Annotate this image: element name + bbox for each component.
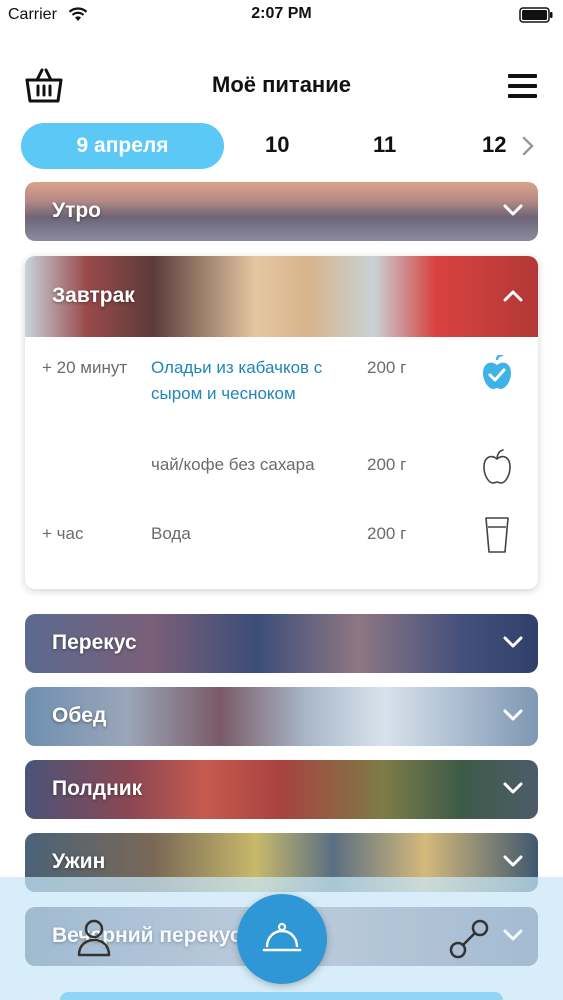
- chevron-down-icon[interactable]: [502, 202, 524, 218]
- item-time: + час: [42, 524, 84, 543]
- glass-icon[interactable]: [481, 517, 513, 553]
- chevron-down-icon[interactable]: [502, 780, 524, 796]
- chevron-up-icon[interactable]: [502, 288, 524, 304]
- meal-items: + 20 минут Оладьи из кабачков с сыром и …: [25, 337, 538, 589]
- item-quantity: 200 г: [367, 358, 407, 377]
- date-tab[interactable]: 12: [482, 132, 506, 158]
- bottom-pill: [60, 992, 503, 1000]
- page-title: Моё питание: [212, 72, 351, 97]
- chevron-down-icon[interactable]: [502, 707, 524, 723]
- item-name: Вода: [151, 524, 191, 543]
- meal-section-snack[interactable]: Перекус: [25, 614, 538, 673]
- meal-header[interactable]: Перекус: [25, 614, 538, 673]
- item-quantity: 200 г: [367, 455, 407, 474]
- chevron-down-icon[interactable]: [502, 634, 524, 650]
- menu-icon[interactable]: [508, 74, 537, 98]
- meal-label: Обед: [52, 704, 107, 727]
- meal-header[interactable]: Завтрак: [25, 256, 538, 337]
- status-time: 2:07 PM: [251, 5, 312, 22]
- profile-icon[interactable]: [76, 918, 112, 958]
- date-tab[interactable]: 11: [373, 132, 396, 158]
- item-quantity: 200 г: [367, 524, 407, 543]
- dumbbell-icon[interactable]: [448, 918, 490, 960]
- item-name[interactable]: Оладьи из кабачков с сыром и чесноком: [151, 355, 361, 407]
- chevron-down-icon[interactable]: [502, 853, 524, 869]
- meal-section-breakfast: Завтрак + 20 минут Оладьи из кабачков с …: [25, 256, 538, 589]
- battery-icon: [519, 7, 553, 23]
- header: Моё питание: [0, 62, 563, 108]
- meal-label: Ужин: [52, 850, 106, 873]
- meal-label: Утро: [52, 199, 102, 222]
- meal-section-lunch[interactable]: Обед: [25, 687, 538, 746]
- chevron-right-icon[interactable]: [520, 134, 536, 158]
- item-name: чай/кофе без сахара: [151, 455, 315, 474]
- meal-section-afternoon-snack[interactable]: Полдник: [25, 760, 538, 819]
- status-bar: Carrier 2:07 PM: [0, 0, 563, 30]
- meal-label: Полдник: [52, 777, 143, 800]
- meal-header[interactable]: Обед: [25, 687, 538, 746]
- meal-header[interactable]: Утро: [25, 182, 538, 241]
- meal-label: Завтрак: [52, 284, 135, 307]
- meal-header[interactable]: Полдник: [25, 760, 538, 819]
- apple-check-icon[interactable]: [481, 355, 513, 391]
- apple-icon[interactable]: [481, 449, 513, 485]
- date-tab-active[interactable]: 9 апреля: [21, 123, 224, 169]
- date-tab[interactable]: 10: [265, 132, 289, 158]
- center-nav-button[interactable]: [237, 894, 327, 984]
- item-time: + 20 минут: [42, 358, 128, 377]
- date-strip: 9 апреля 10 11 12: [0, 122, 563, 170]
- meal-section-morning[interactable]: Утро: [25, 182, 538, 241]
- meal-label: Перекус: [52, 631, 137, 654]
- chevron-down-icon[interactable]: [502, 927, 524, 943]
- cloche-icon: [262, 922, 302, 952]
